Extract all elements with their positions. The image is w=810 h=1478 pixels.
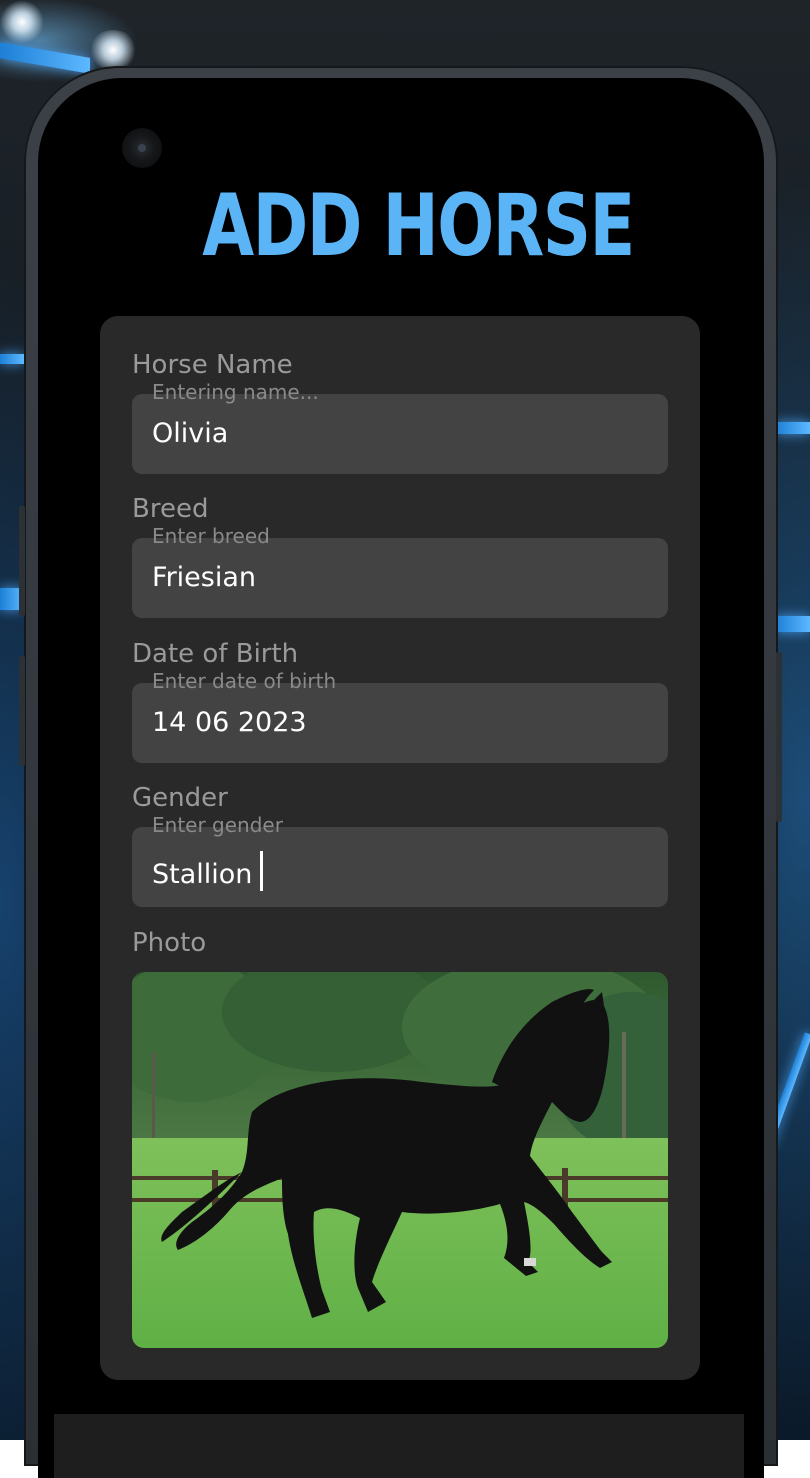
date-of-birth-label: Date of Birth: [132, 639, 299, 669]
gender-input[interactable]: Enter gender Stallion: [132, 813, 668, 907]
volume-button: [19, 506, 25, 616]
gender-value-wrap: Stallion: [152, 851, 264, 891]
app-screen: ADD HORSE Horse Name Entering name... Ol…: [38, 78, 764, 1478]
breed-input[interactable]: Enter breed Friesian: [132, 524, 668, 618]
gender-value: Stallion: [152, 859, 253, 890]
gender-placeholder: Enter gender: [152, 813, 283, 837]
date-of-birth-value: 14 06 2023: [152, 707, 307, 738]
bottom-bar: [54, 1414, 744, 1478]
add-horse-form: Horse Name Entering name... Olivia Breed…: [100, 316, 700, 1380]
date-of-birth-input[interactable]: Enter date of birth 14 06 2023: [132, 669, 668, 763]
phone-frame: ADD HORSE Horse Name Entering name... Ol…: [19, 66, 782, 1478]
breed-label: Breed: [132, 494, 209, 524]
horse-photo-image: [132, 972, 668, 1348]
stadium-light: [0, 0, 44, 44]
text-cursor: [260, 851, 264, 891]
photo-label: Photo: [132, 928, 207, 958]
horse-name-value: Olivia: [152, 418, 229, 449]
power-button: [19, 656, 25, 766]
side-button: [776, 652, 782, 822]
gender-label: Gender: [132, 783, 228, 813]
front-camera: [122, 128, 162, 168]
date-of-birth-placeholder: Enter date of birth: [152, 669, 337, 693]
stadium-light: [88, 30, 138, 70]
horse-photo[interactable]: [132, 972, 668, 1348]
horse-name-input[interactable]: Entering name... Olivia: [132, 380, 668, 474]
horse-name-label: Horse Name: [132, 350, 293, 380]
page-title: ADD HORSE: [202, 176, 635, 276]
neon-stripe: [776, 616, 810, 632]
neon-stripe: [0, 354, 24, 364]
neon-stripe: [776, 422, 810, 434]
breed-placeholder: Enter breed: [152, 524, 270, 548]
horse-name-placeholder: Entering name...: [152, 380, 319, 404]
breed-value: Friesian: [152, 562, 257, 593]
neon-stripe: [0, 42, 90, 74]
